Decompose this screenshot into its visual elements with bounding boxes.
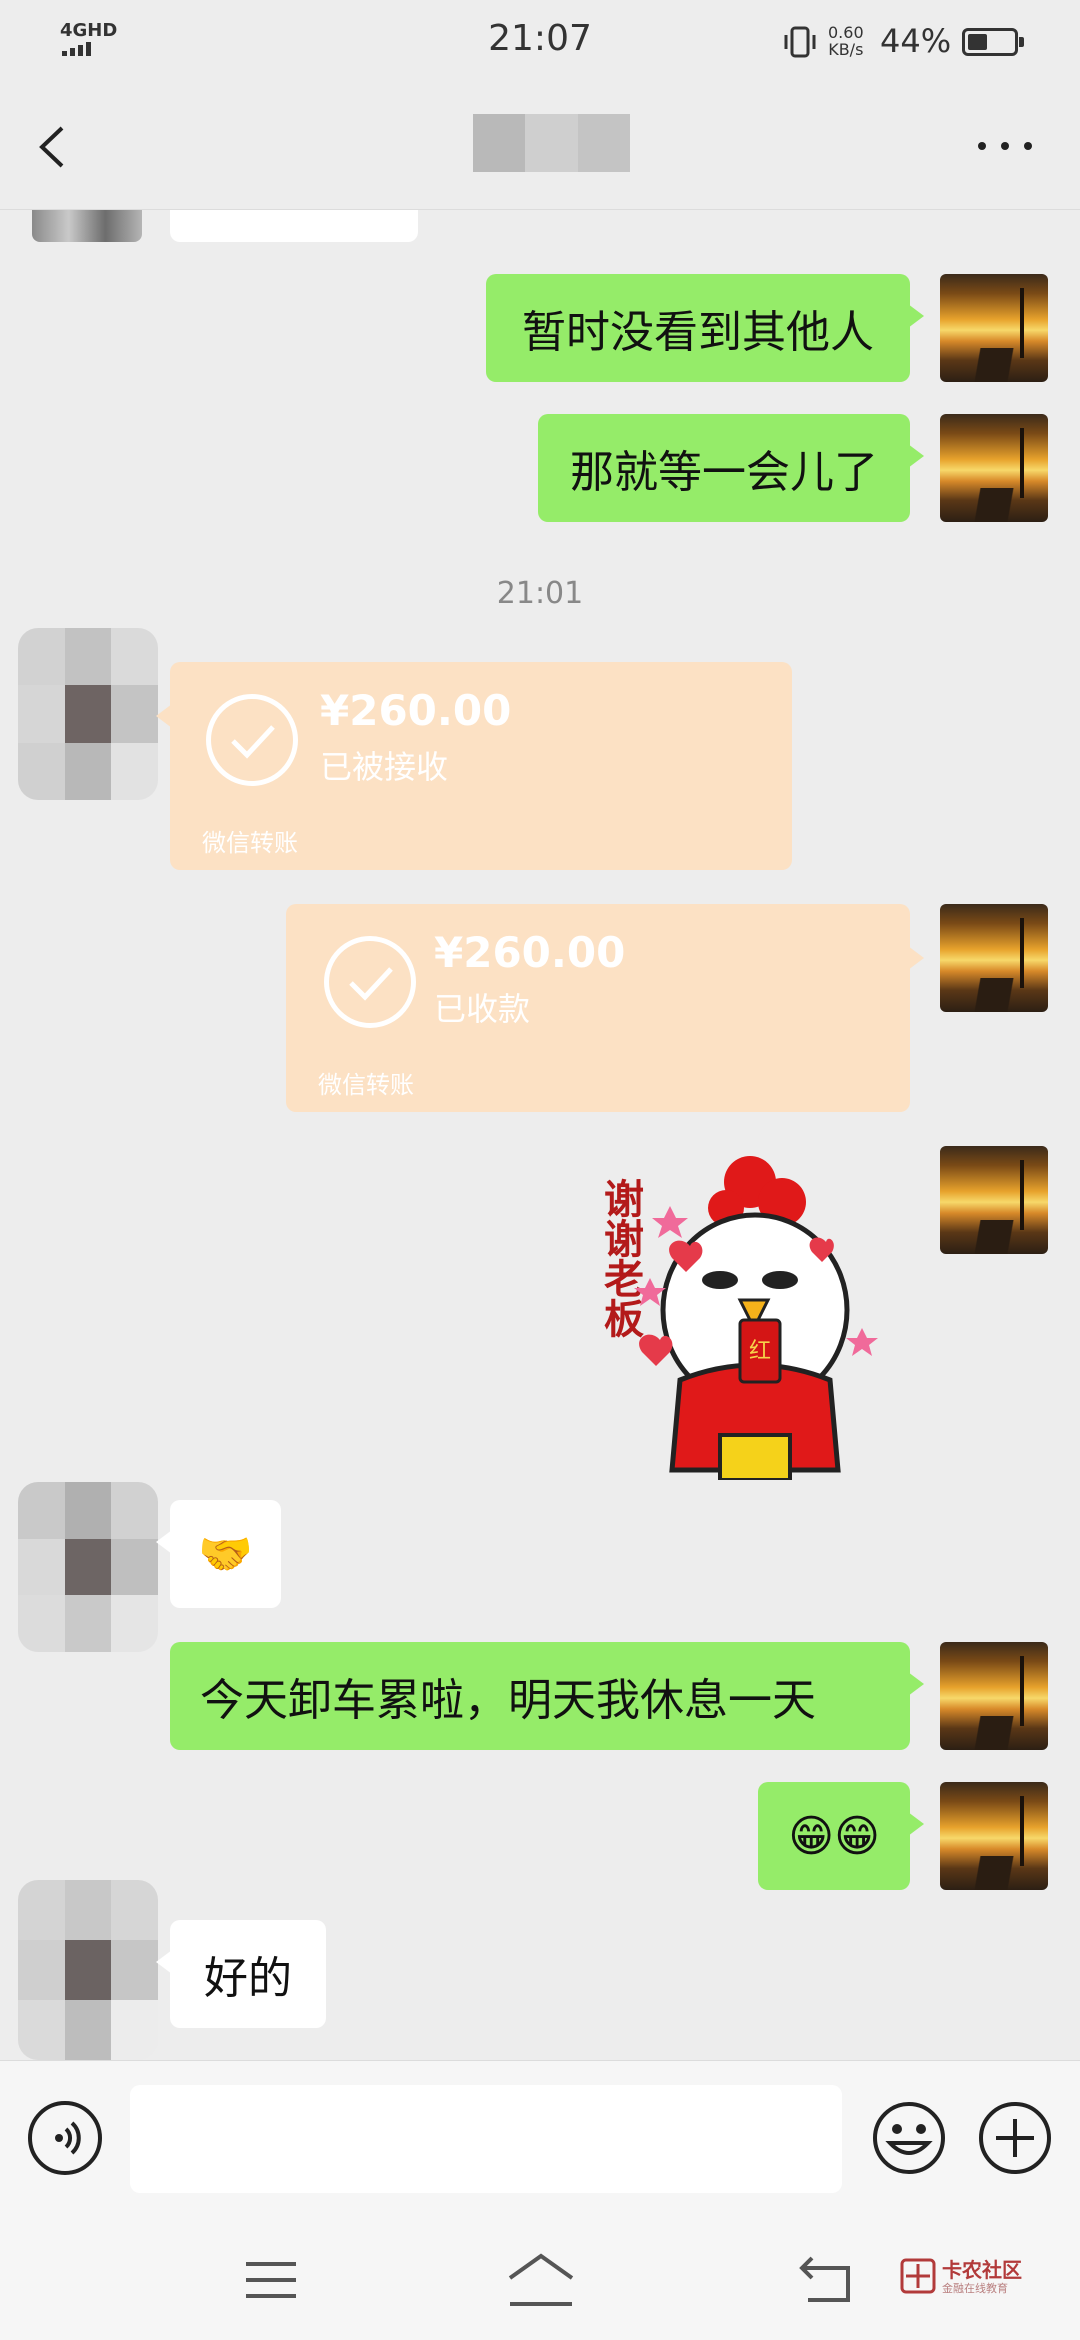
transfer-status: 已收款 (434, 990, 531, 1028)
system-nav-bar: 卡农社区 金融在线教育 (0, 2220, 1080, 2340)
transfer-amount: ¥260.00 (320, 686, 512, 735)
transfer-amount: ¥260.00 (434, 928, 626, 977)
transfer-card[interactable]: ¥260.00 已被接收 微信转账 (156, 662, 792, 870)
message-timestamp: 21:01 (496, 576, 584, 611)
transfer-label: 微信转账 (202, 829, 298, 857)
my-avatar[interactable] (940, 1782, 1048, 1890)
message-bubble[interactable]: 那就等一会儿了 (538, 414, 924, 522)
message-list[interactable]: 暂时没看到其他人 那就等一会儿了 21:01 ¥260.00 已被接收 微信转账… (0, 210, 1080, 2060)
rooster-thanks-sticker[interactable]: 谢谢老板 红 (590, 1150, 910, 1480)
watermark-title: 卡农社区 (942, 2258, 1022, 2282)
status-bar: 4GHD 21:07 0.60 KB/s 44% (0, 0, 1080, 84)
checkmark-circle-icon (206, 694, 298, 786)
battery-percent: 44% (880, 22, 952, 60)
battery-icon (962, 28, 1024, 56)
transfer-label: 微信转账 (318, 1071, 414, 1099)
speed-value: 0.60 (828, 23, 864, 42)
checkmark-circle-icon (324, 936, 416, 1028)
home-icon[interactable] (506, 2252, 576, 2308)
watermark: 卡农社区 金融在线教育 (900, 2250, 1030, 2310)
my-avatar[interactable] (940, 1146, 1048, 1254)
contact-avatar[interactable] (18, 1482, 158, 1652)
transfer-card[interactable]: ¥260.00 已收款 微信转账 (286, 904, 924, 1112)
chevron-left-icon[interactable] (30, 122, 80, 172)
contact-name-pixelated (420, 114, 630, 172)
message-text: 那就等一会儿了 (570, 447, 878, 498)
contact-avatar[interactable] (18, 628, 158, 800)
message-text: 暂时没看到其他人 (522, 307, 874, 358)
transfer-status: 已被接收 (320, 748, 449, 786)
my-avatar[interactable] (940, 274, 1048, 382)
my-avatar[interactable] (940, 1642, 1048, 1750)
input-bar (0, 2060, 1080, 2220)
chat-header (0, 84, 1080, 210)
message-bubble[interactable]: 🤝 (156, 1500, 281, 1608)
message-bubble[interactable]: 好的 (156, 1920, 326, 2028)
partial-avatar (32, 210, 142, 242)
grinning-emoji: 😁😁 (788, 1810, 880, 1862)
more-dots-icon[interactable] (970, 126, 1040, 166)
my-avatar[interactable] (940, 414, 1048, 522)
menu-icon[interactable] (244, 2258, 298, 2302)
back-icon[interactable] (798, 2254, 854, 2304)
network-speed: 0.60 KB/s (828, 24, 864, 58)
sticker-badge: 红 (749, 1339, 771, 1364)
message-bubble[interactable]: 今天卸车累啦，明天我休息一天 (170, 1642, 924, 1750)
speed-unit: KB/s (828, 40, 864, 59)
handshake-emoji: 🤝 (198, 1529, 253, 1580)
emoji-icon[interactable] (872, 2101, 946, 2175)
message-text: 今天卸车累啦，明天我休息一天 (200, 1675, 816, 1726)
message-bubble[interactable]: 😁😁 (758, 1782, 924, 1890)
plus-icon[interactable] (978, 2101, 1052, 2175)
watermark-logo-icon (900, 2258, 936, 2294)
watermark-subtitle: 金融在线教育 (942, 2282, 1008, 2295)
sticker-caption: 谢谢老板 (597, 1178, 644, 1338)
partial-bubble (170, 210, 418, 242)
message-input[interactable] (130, 2085, 842, 2193)
vibrate-icon (784, 26, 816, 58)
message-text: 好的 (204, 1953, 292, 2004)
my-avatar[interactable] (940, 904, 1048, 1012)
message-bubble[interactable]: 暂时没看到其他人 (486, 274, 924, 382)
battery-fill (968, 34, 987, 50)
voice-icon[interactable] (28, 2101, 102, 2175)
contact-avatar[interactable] (18, 1880, 158, 2060)
